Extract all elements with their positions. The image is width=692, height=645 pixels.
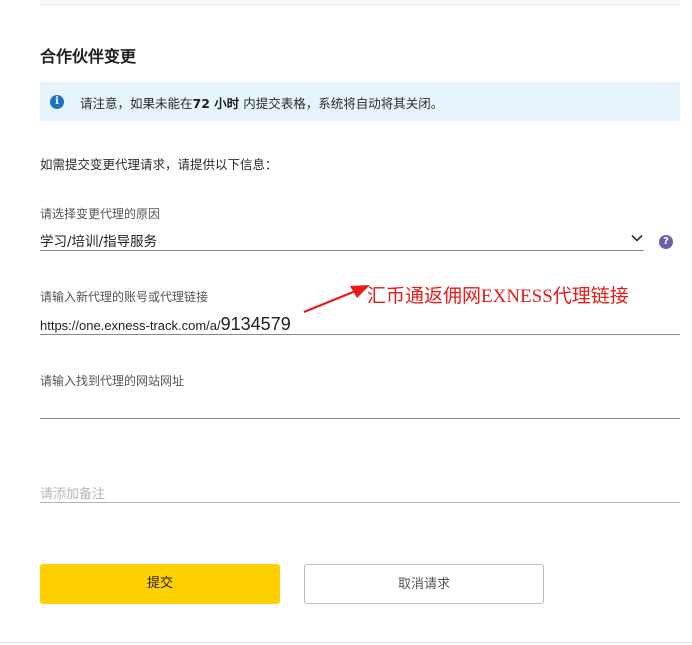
note-input-underline [40, 502, 680, 503]
bottom-divider [0, 642, 692, 643]
agent-link-input[interactable]: https://one.exness-track.com/a/9134579 [40, 314, 291, 335]
page-title: 合作伙伴变更 [40, 47, 137, 66]
agent-link-underline [40, 334, 680, 335]
annotation-text: 汇币通返佣网EXNESS代理链接 [367, 286, 629, 307]
chevron-down-icon[interactable] [631, 232, 643, 244]
info-icon: i [50, 95, 64, 109]
website-label: 请输入找到代理的网站网址 [40, 374, 185, 388]
intro-text: 如需提交变更代理请求，请提供以下信息： [40, 157, 278, 172]
reason-select[interactable]: 学习/培训/指导服务 [40, 230, 157, 250]
reason-label: 请选择变更代理的原因 [40, 207, 161, 221]
cancel-request-button[interactable]: 取消请求 [304, 564, 544, 604]
website-input[interactable] [40, 418, 680, 419]
notice-text-bold: 72 小时 [192, 96, 240, 111]
notice-text-after: 内提交表格，系统将自动将其关闭。 [243, 96, 444, 111]
notice-text: 请注意，如果未能在72 小时 内提交表格，系统将自动将其关闭。 [80, 93, 443, 112]
notice-text-before: 请注意，如果未能在 [80, 96, 193, 111]
agent-link-label: 请输入新代理的账号或代理链接 [40, 290, 209, 304]
notice-banner: i 请注意，如果未能在72 小时 内提交表格，系统将自动将其关闭。 [40, 82, 680, 121]
note-input[interactable]: 请添加备注 [40, 483, 105, 502]
agent-link-id: 9134579 [220, 314, 291, 334]
annotation-arrow-icon [303, 285, 370, 314]
agent-link-prefix: https://one.exness-track.com/a/ [40, 318, 221, 333]
partner-change-page: 合作伙伴变更 i 请注意，如果未能在72 小时 内提交表格，系统将自动将其关闭。… [0, 0, 692, 645]
submit-button[interactable]: 提交 [40, 564, 280, 604]
top-divider [40, 0, 680, 5]
reason-select-underline [40, 250, 644, 251]
help-icon[interactable]: ? [659, 235, 673, 249]
